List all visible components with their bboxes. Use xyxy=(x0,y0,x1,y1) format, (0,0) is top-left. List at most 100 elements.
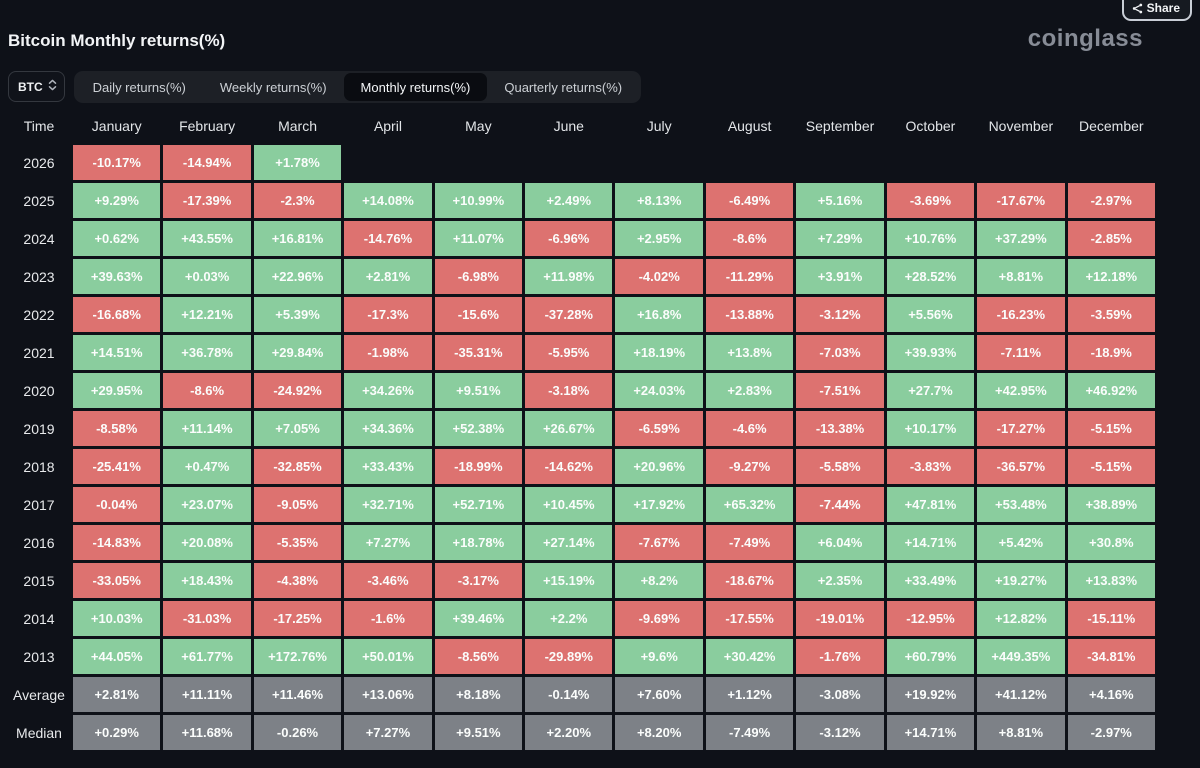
return-cell: +10.03% xyxy=(73,601,161,636)
return-cell: -14.76% xyxy=(344,221,432,256)
return-cell: +47.81% xyxy=(886,487,975,522)
empty-cell xyxy=(706,145,793,180)
return-cell: +2.2% xyxy=(525,601,613,636)
empty-cell xyxy=(525,145,612,180)
return-cell: -17.39% xyxy=(163,183,251,218)
return-cell: +5.42% xyxy=(977,525,1065,560)
return-cell: +38.89% xyxy=(1067,487,1155,522)
return-cell: +172.76% xyxy=(253,639,342,674)
return-cell: -4.38% xyxy=(253,563,342,598)
return-cell: +2.20% xyxy=(525,715,613,750)
row-label: 2015 xyxy=(23,572,55,589)
row-label: 2019 xyxy=(23,420,55,437)
return-cell: +9.51% xyxy=(434,715,523,750)
return-cell: -13.88% xyxy=(705,297,794,332)
return-cell: +2.35% xyxy=(796,563,884,598)
row-label: 2016 xyxy=(23,534,55,551)
row-label: 2021 xyxy=(23,344,55,361)
month-header: September xyxy=(805,117,875,134)
return-cell: +61.77% xyxy=(163,639,251,674)
tab-quarterly[interactable]: Quarterly returns(%) xyxy=(487,73,639,101)
return-cell: +7.29% xyxy=(796,221,884,256)
return-cell: -7.49% xyxy=(705,715,794,750)
return-cell: +10.45% xyxy=(525,487,613,522)
return-cell: +5.56% xyxy=(886,297,975,332)
return-cell: -3.12% xyxy=(796,715,884,750)
return-cell: -17.25% xyxy=(253,601,342,636)
return-cell: +23.07% xyxy=(163,487,251,522)
return-cell: -2.85% xyxy=(1067,221,1155,256)
month-header: April xyxy=(373,117,402,134)
share-icon xyxy=(1132,3,1143,15)
share-button[interactable]: Share xyxy=(1121,0,1192,21)
return-cell: +44.05% xyxy=(73,639,161,674)
time-column-header: Time xyxy=(23,117,55,134)
return-cell: -17.3% xyxy=(344,297,432,332)
row-label: 2026 xyxy=(23,154,55,171)
return-cell: +14.71% xyxy=(886,715,975,750)
return-cell: +6.04% xyxy=(796,525,884,560)
controls-row: BTC Daily returns(%) Weekly returns(%) Mon… xyxy=(8,71,642,103)
return-cell: +9.51% xyxy=(434,373,523,408)
return-cell: +7.05% xyxy=(253,411,342,446)
row-label: Average xyxy=(13,686,65,703)
return-cell: +10.17% xyxy=(886,411,975,446)
returns-tabbar: Daily returns(%) Weekly returns(%) Monthly… xyxy=(73,71,642,103)
month-header: August xyxy=(727,117,772,134)
return-cell: -5.95% xyxy=(525,335,613,370)
return-cell: +2.83% xyxy=(705,373,794,408)
return-cell: -16.68% xyxy=(73,297,161,332)
return-cell: -3.59% xyxy=(1067,297,1155,332)
empty-cell xyxy=(435,145,522,180)
return-cell: +11.11% xyxy=(163,677,251,712)
return-cell: -16.23% xyxy=(977,297,1065,332)
month-header: January xyxy=(91,117,142,134)
return-cell: +27.7% xyxy=(886,373,975,408)
empty-cell xyxy=(1068,145,1155,180)
return-cell: +34.36% xyxy=(344,411,432,446)
return-cell: -17.67% xyxy=(977,183,1065,218)
tab-daily[interactable]: Daily returns(%) xyxy=(76,73,203,101)
return-cell: +18.78% xyxy=(434,525,523,560)
return-cell: +11.07% xyxy=(434,221,523,256)
return-cell: +53.48% xyxy=(977,487,1065,522)
return-cell: +36.78% xyxy=(163,335,251,370)
return-cell: +27.14% xyxy=(525,525,613,560)
month-header: February xyxy=(179,117,236,134)
return-cell: -17.27% xyxy=(977,411,1065,446)
return-cell: +28.52% xyxy=(886,259,975,294)
row-label: 2025 xyxy=(23,192,55,209)
symbol-select[interactable]: BTC xyxy=(8,71,65,102)
coinglass-logo: coinglass xyxy=(1027,25,1143,52)
tab-monthly[interactable]: Monthly returns(%) xyxy=(343,73,488,101)
return-cell: -15.6% xyxy=(434,297,523,332)
return-cell: -24.92% xyxy=(253,373,342,408)
return-cell: +42.95% xyxy=(977,373,1065,408)
return-cell: +8.13% xyxy=(615,183,703,218)
return-cell: +8.2% xyxy=(615,563,703,598)
tab-weekly[interactable]: Weekly returns(%) xyxy=(203,73,344,101)
return-cell: +33.43% xyxy=(344,449,432,484)
return-cell: -11.29% xyxy=(705,259,794,294)
empty-cell xyxy=(796,145,883,180)
return-cell: +39.93% xyxy=(886,335,975,370)
return-cell: -33.05% xyxy=(73,563,161,598)
return-cell: -6.59% xyxy=(615,411,703,446)
return-cell: +16.8% xyxy=(615,297,703,332)
return-cell: +10.99% xyxy=(434,183,523,218)
return-cell: -19.01% xyxy=(796,601,884,636)
return-cell: -29.89% xyxy=(525,639,613,674)
return-cell: +39.63% xyxy=(73,259,161,294)
return-cell: -0.14% xyxy=(525,677,613,712)
return-cell: -17.55% xyxy=(705,601,794,636)
return-cell: -37.28% xyxy=(525,297,613,332)
return-cell: +19.27% xyxy=(977,563,1065,598)
return-cell: -32.85% xyxy=(253,449,342,484)
month-header: November xyxy=(988,117,1054,134)
return-cell: +14.08% xyxy=(344,183,432,218)
return-cell: +52.38% xyxy=(434,411,523,446)
return-cell: -8.6% xyxy=(705,221,794,256)
return-cell: -14.94% xyxy=(163,145,251,180)
return-cell: +37.29% xyxy=(977,221,1065,256)
return-cell: +18.19% xyxy=(615,335,703,370)
